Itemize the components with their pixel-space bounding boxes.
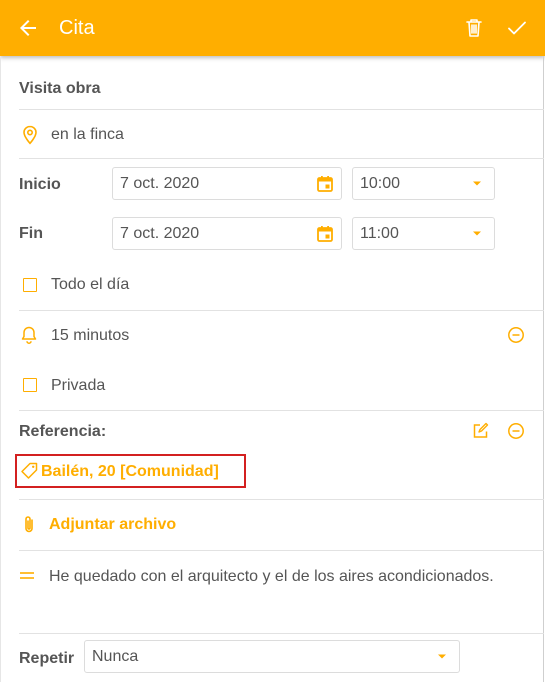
minus-circle-icon[interactable] — [507, 326, 525, 344]
divider — [19, 499, 544, 500]
calendar-icon[interactable] — [316, 175, 334, 193]
dropdown-arrow-icon — [473, 231, 481, 236]
app-bar: Cita — [0, 0, 545, 56]
private-checkbox[interactable] — [23, 378, 37, 392]
trash-icon[interactable] — [462, 16, 486, 40]
start-date-input[interactable]: 7 oct. 2020 — [112, 167, 342, 200]
calendar-icon[interactable] — [316, 225, 334, 243]
notes-icon — [20, 572, 34, 579]
paperclip-icon — [25, 516, 33, 533]
private-label: Privada — [51, 377, 106, 394]
start-date-value: 7 oct. 2020 — [120, 175, 200, 192]
start-time-select[interactable]: 10:00 — [352, 167, 495, 200]
bell-icon — [21, 326, 37, 344]
tag-icon — [21, 462, 38, 479]
divider — [19, 550, 544, 551]
reference-link[interactable]: Bailén, 20 [Comunidad] — [41, 463, 219, 481]
form-container — [0, 56, 544, 682]
divider — [19, 633, 544, 634]
all-day-label: Todo el día — [51, 276, 130, 293]
minus-circle-icon[interactable] — [507, 422, 525, 440]
attach-file-button[interactable]: Adjuntar archivo — [49, 516, 176, 534]
notes-field[interactable]: He quedado con el arquitecto y el de los… — [49, 568, 529, 586]
divider — [19, 109, 544, 110]
arrow-back-icon[interactable] — [16, 16, 40, 40]
reminder-value[interactable]: 15 minutos — [51, 327, 129, 345]
edit-icon[interactable] — [471, 422, 489, 440]
all-day-checkbox[interactable] — [23, 278, 37, 292]
repeat-value: Nunca — [92, 648, 139, 665]
check-icon[interactable] — [505, 16, 529, 40]
divider — [19, 410, 544, 411]
title-field[interactable]: Visita obra — [19, 80, 101, 98]
end-date-input[interactable]: 7 oct. 2020 — [112, 217, 342, 250]
reference-label: Referencia: — [19, 423, 107, 440]
dropdown-arrow-icon — [438, 654, 446, 659]
start-time-value: 10:00 — [360, 175, 401, 192]
divider — [19, 310, 544, 311]
page-title: Cita — [59, 17, 95, 39]
end-time-select[interactable]: 11:00 — [352, 217, 495, 250]
location-field[interactable]: en la finca — [51, 126, 124, 144]
end-date-value: 7 oct. 2020 — [120, 225, 200, 242]
location-pin-icon — [23, 125, 37, 145]
repeat-select[interactable]: Nunca — [84, 640, 460, 673]
end-label: Fin — [19, 225, 43, 242]
repeat-label: Repetir — [19, 650, 75, 667]
dropdown-arrow-icon — [473, 181, 481, 186]
start-label: Inicio — [19, 176, 61, 193]
end-time-value: 11:00 — [360, 225, 399, 242]
divider — [19, 158, 544, 159]
